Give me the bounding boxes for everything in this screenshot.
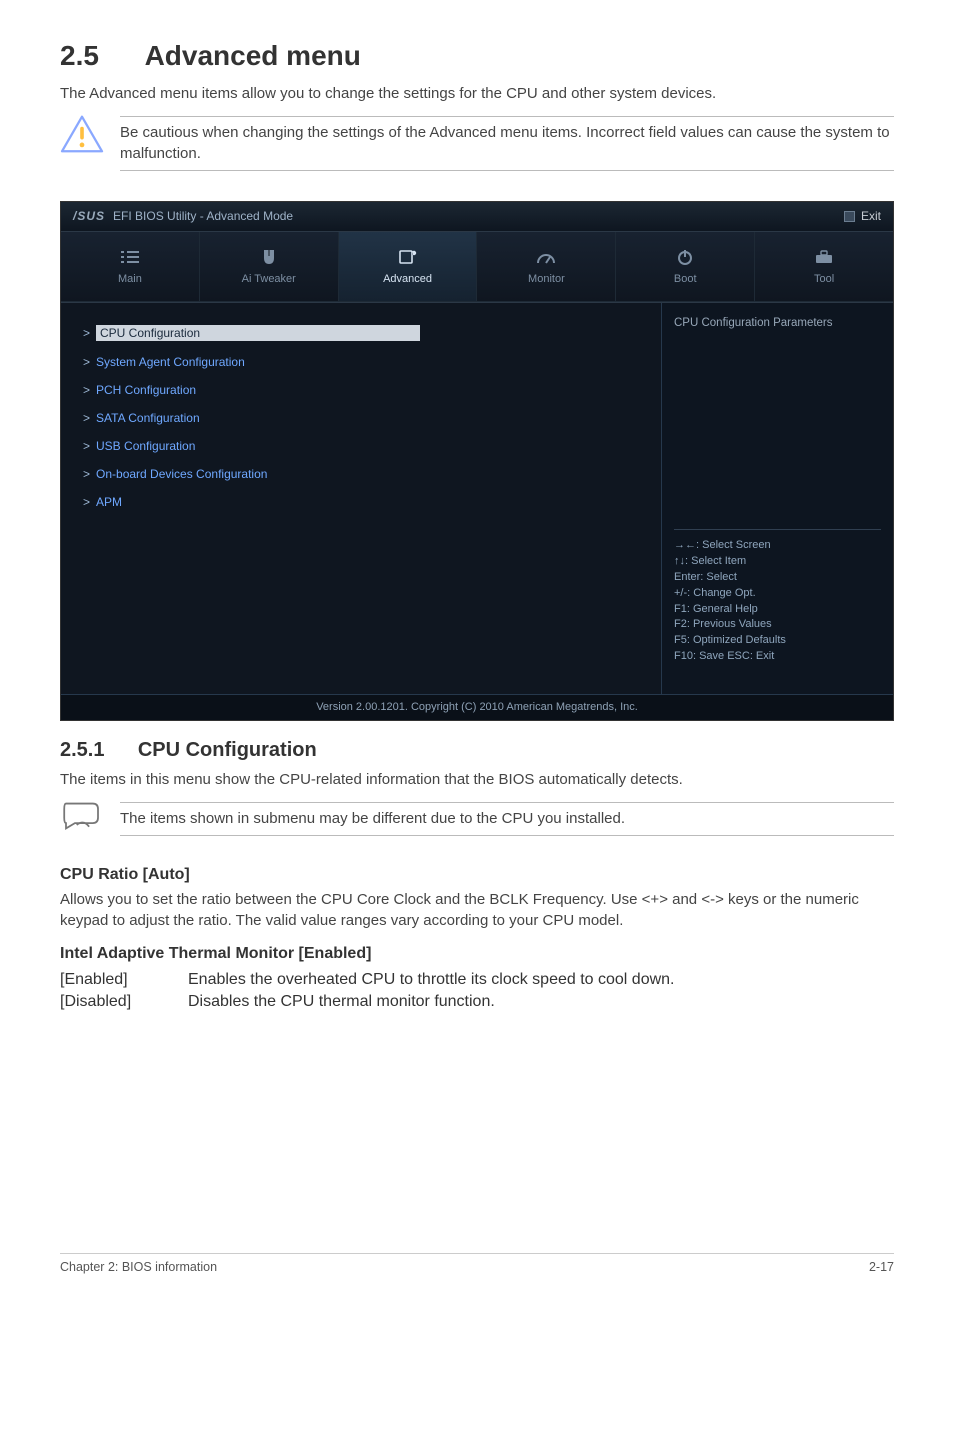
- section-heading: 2.5 Advanced menu: [60, 40, 894, 72]
- chevron-right-icon: >: [83, 467, 90, 481]
- tab-ai-tweaker[interactable]: Ai Tweaker: [200, 232, 339, 301]
- menu-label: On-board Devices Configuration: [96, 467, 267, 481]
- menu-usb-configuration[interactable]: > USB Configuration: [83, 435, 651, 463]
- cpu-ratio-body: Allows you to set the ratio between the …: [60, 890, 894, 931]
- menu-label: SATA Configuration: [96, 411, 200, 425]
- hint-line: Enter: Select: [674, 570, 881, 586]
- bios-help-panel: CPU Configuration Parameters →←: Select …: [661, 303, 893, 694]
- hint-line: F5: Optimized Defaults: [674, 633, 881, 649]
- tab-label: Monitor: [528, 273, 565, 285]
- chevron-right-icon: >: [83, 355, 90, 369]
- hint-line: →←: Select Screen: [674, 538, 881, 554]
- power-icon: [674, 247, 696, 267]
- bios-title-bar: /SUS EFI BIOS Utility - Advanced Mode Ex…: [61, 202, 893, 232]
- tab-tool[interactable]: Tool: [755, 232, 893, 301]
- gauge-icon: [535, 247, 557, 267]
- menu-label: System Agent Configuration: [96, 355, 245, 369]
- option-key: [Enabled]: [60, 971, 160, 989]
- tab-label: Main: [118, 273, 142, 285]
- key-hints: →←: Select Screen ↑↓: Select Item Enter:…: [674, 538, 881, 666]
- menu-label: APM: [96, 495, 122, 509]
- warning-text: Be cautious when changing the settings o…: [120, 123, 894, 164]
- exit-label: Exit: [861, 209, 881, 223]
- chevron-right-icon: >: [83, 411, 90, 425]
- tab-advanced[interactable]: i Advanced: [339, 232, 478, 301]
- menu-apm[interactable]: > APM: [83, 491, 651, 519]
- chevron-right-icon: >: [83, 439, 90, 453]
- iatm-heading: Intel Adaptive Thermal Monitor [Enabled]: [60, 945, 894, 963]
- asus-logo: /SUS: [73, 209, 105, 223]
- tab-boot[interactable]: Boot: [616, 232, 755, 301]
- bios-menu-panel: > CPU Configuration > System Agent Confi…: [61, 303, 661, 694]
- subsection-heading: 2.5.1 CPU Configuration: [60, 739, 894, 762]
- tab-monitor[interactable]: Monitor: [477, 232, 616, 301]
- bios-tab-bar: Main Ai Tweaker i Advanced Monitor: [61, 232, 893, 302]
- hint-line: F2: Previous Values: [674, 617, 881, 633]
- bios-window: /SUS EFI BIOS Utility - Advanced Mode Ex…: [60, 201, 894, 721]
- menu-sata-configuration[interactable]: > SATA Configuration: [83, 407, 651, 435]
- option-value: Disables the CPU thermal monitor functio…: [188, 993, 495, 1011]
- hint-line: F1: General Help: [674, 602, 881, 618]
- menu-cpu-configuration[interactable]: > CPU Configuration: [83, 321, 651, 351]
- tab-label: Advanced: [383, 273, 432, 285]
- toolbox-icon: [813, 247, 835, 267]
- help-caption: CPU Configuration Parameters: [674, 317, 881, 329]
- footer-left: Chapter 2: BIOS information: [60, 1260, 217, 1274]
- section-title: Advanced menu: [145, 40, 361, 71]
- tab-label: Boot: [674, 273, 697, 285]
- section-intro: The Advanced menu items allow you to cha…: [60, 84, 894, 104]
- exit-icon: [844, 211, 855, 222]
- list-icon: [119, 247, 141, 267]
- option-value: Enables the overheated CPU to throttle i…: [188, 971, 675, 989]
- warning-icon: [60, 114, 104, 159]
- note-text: The items shown in submenu may be differ…: [120, 809, 894, 829]
- option-key: [Disabled]: [60, 993, 160, 1011]
- chevron-right-icon: >: [83, 383, 90, 397]
- note-callout: The items shown in submenu may be differ…: [60, 800, 894, 848]
- hint-line: +/-: Change Opt.: [674, 586, 881, 602]
- chevron-right-icon: >: [83, 326, 90, 340]
- section-number: 2.5: [60, 40, 99, 71]
- menu-pch-configuration[interactable]: > PCH Configuration: [83, 379, 651, 407]
- menu-label: USB Configuration: [96, 439, 195, 453]
- exit-button[interactable]: Exit: [844, 209, 881, 223]
- subsection-intro: The items in this menu show the CPU-rela…: [60, 770, 894, 790]
- iatm-options: [Enabled] Enables the overheated CPU to …: [60, 969, 894, 1013]
- svg-text:i: i: [412, 251, 413, 256]
- page-footer: Chapter 2: BIOS information 2-17: [60, 1253, 894, 1274]
- hint-line: ↑↓: Select Item: [674, 554, 881, 570]
- cpu-ratio-heading: CPU Ratio [Auto]: [60, 866, 894, 884]
- menu-onboard-devices-configuration[interactable]: > On-board Devices Configuration: [83, 463, 651, 491]
- warning-callout: Be cautious when changing the settings o…: [60, 114, 894, 183]
- tab-main[interactable]: Main: [61, 232, 200, 301]
- menu-label: CPU Configuration: [96, 325, 420, 341]
- menu-label: PCH Configuration: [96, 383, 196, 397]
- note-icon: [60, 800, 104, 837]
- hint-line: F10: Save ESC: Exit: [674, 649, 881, 665]
- bios-footer: Version 2.00.1201. Copyright (C) 2010 Am…: [61, 694, 893, 720]
- tab-label: Ai Tweaker: [242, 273, 296, 285]
- chevron-right-icon: >: [83, 495, 90, 509]
- bios-title-text: EFI BIOS Utility - Advanced Mode: [113, 209, 293, 223]
- menu-system-agent-configuration[interactable]: > System Agent Configuration: [83, 351, 651, 379]
- subsection-number: 2.5.1: [60, 739, 104, 761]
- chip-icon: i: [397, 247, 419, 267]
- tab-label: Tool: [814, 273, 834, 285]
- footer-right: 2-17: [869, 1260, 894, 1274]
- mouse-icon: [258, 247, 280, 267]
- subsection-title: CPU Configuration: [138, 739, 317, 761]
